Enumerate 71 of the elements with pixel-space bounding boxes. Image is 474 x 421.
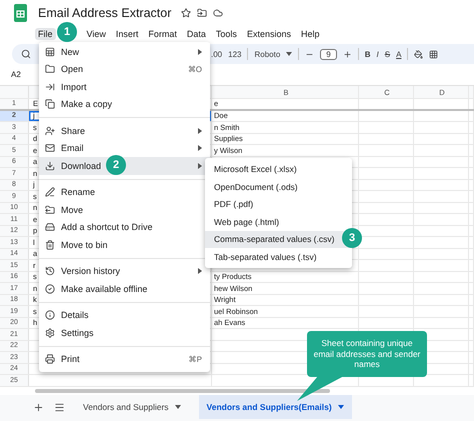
caret-icon <box>286 52 292 56</box>
borders-icon[interactable] <box>429 50 438 58</box>
history-icon <box>45 266 55 276</box>
circle-check-icon <box>45 284 55 294</box>
submenu-arrow-icon <box>198 145 202 152</box>
folder-arrow-icon <box>45 204 55 215</box>
star-icon[interactable] <box>181 8 192 18</box>
trash-icon <box>45 240 55 250</box>
font-size-field[interactable]: 9 <box>320 48 337 60</box>
menu-item[interactable]: Share <box>39 122 210 140</box>
menu-item[interactable]: Settings <box>39 324 210 342</box>
paint-bucket-icon[interactable] <box>414 50 424 58</box>
add-sheet-icon[interactable] <box>33 402 44 414</box>
copy-icon <box>45 99 55 110</box>
submenu-arrow-icon <box>198 128 202 134</box>
toolbar-button[interactable]: .00 <box>211 50 222 58</box>
menu-item[interactable]: Format <box>145 28 180 40</box>
menu-item[interactable]: View <box>84 28 109 40</box>
menu-item[interactable]: PDF (.pdf) <box>205 196 352 213</box>
menu-item[interactable]: Insert <box>112 28 142 40</box>
printer-icon <box>45 354 55 364</box>
italic-button[interactable]: I <box>376 50 379 58</box>
document-title: Email Address Extractor <box>38 6 172 20</box>
sheet-tab[interactable]: Vendors and Suppliers <box>75 394 189 418</box>
caret-icon <box>338 404 344 408</box>
pen-icon <box>45 187 55 198</box>
menu-item[interactable]: Open ⌘O <box>39 60 210 78</box>
toolbar-button[interactable]: 123 <box>228 50 242 58</box>
menu-item[interactable]: Tools <box>212 28 240 40</box>
menu-item[interactable]: Help <box>298 28 322 40</box>
bold-button[interactable]: B <box>364 50 371 58</box>
menu-item[interactable]: Data <box>184 28 209 40</box>
menu-item[interactable]: Details <box>39 306 210 324</box>
table-icon <box>45 46 55 57</box>
menu-item[interactable]: Tab-separated values (.tsv) <box>205 248 352 266</box>
add-person-icon <box>45 126 55 136</box>
submenu-arrow-icon <box>198 48 202 55</box>
import-arrow-icon <box>45 82 55 92</box>
download-icon <box>45 160 55 171</box>
menu-item[interactable]: File <box>35 28 56 40</box>
plus-icon[interactable] <box>342 50 352 58</box>
search-icon[interactable] <box>21 49 31 59</box>
menu-item[interactable]: New <box>39 43 210 60</box>
menu-icon[interactable] <box>54 402 65 414</box>
menu-item[interactable]: Microsoft Excel (.xlsx) <box>205 160 352 178</box>
strikethrough-button[interactable]: S <box>384 50 390 58</box>
step-badge: 1 <box>57 22 77 42</box>
cloud-icon[interactable] <box>213 8 224 18</box>
drive-icon <box>45 222 55 232</box>
settings-icon <box>45 328 55 338</box>
menu-item[interactable]: Import <box>39 78 210 96</box>
menu-item[interactable]: Web page (.html) <box>205 213 352 230</box>
submenu-arrow-icon <box>198 162 202 169</box>
menu-item[interactable]: Make a copy <box>39 96 210 113</box>
folder-icon[interactable] <box>197 8 208 18</box>
menu-item[interactable]: Extensions <box>244 28 294 40</box>
folder-icon <box>45 64 55 74</box>
submenu-arrow-icon <box>198 268 202 274</box>
menu-item[interactable]: Email <box>39 140 210 157</box>
menu-item[interactable]: Print ⌘P <box>39 350 210 368</box>
caret-icon <box>174 404 181 408</box>
menu-item[interactable]: OpenDocument (.ods) <box>205 178 352 196</box>
sheet-tab[interactable]: Vendors and Suppliers(Emails) <box>198 394 352 418</box>
font-dropdown[interactable]: Roboto <box>254 50 280 58</box>
info-icon <box>45 310 55 320</box>
menu-item[interactable]: Version history <box>39 262 210 280</box>
text-color-button[interactable]: A <box>396 50 402 58</box>
name-box[interactable]: A2 <box>11 70 21 79</box>
menu-item[interactable]: Make available offline <box>39 280 210 298</box>
sheets-logo-icon <box>14 4 27 22</box>
mail-icon <box>45 143 55 154</box>
